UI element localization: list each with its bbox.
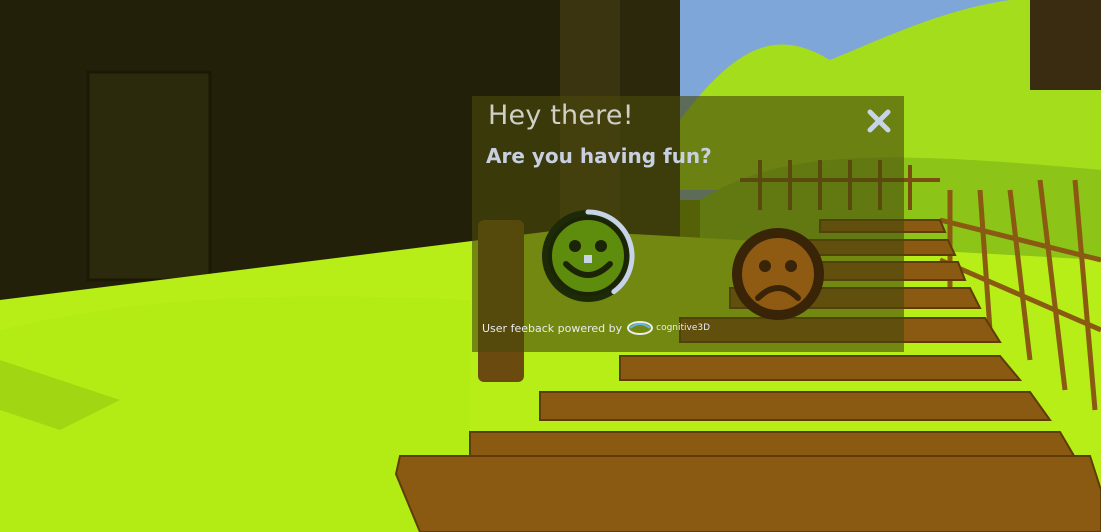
building-door [86,70,212,282]
happy-face-button[interactable] [540,208,636,304]
close-button[interactable] [860,102,898,140]
close-icon [867,109,891,133]
sad-face-icon [732,228,824,320]
panel-title: Hey there! [488,100,634,131]
happy-face-icon [542,209,635,302]
feedback-panel: Hey there! Are you having fun? User feeb… [472,96,904,352]
panel-question: Are you having fun? [486,144,712,168]
sad-face-button[interactable] [730,226,826,322]
credit-text: User feeback powered by [482,321,623,335]
powered-by-credit: User feeback powered by cognitive3D [482,320,710,336]
cognitive3d-logo-icon [627,321,654,335]
brand-name: cognitive3D [656,323,711,333]
building-right [1030,0,1101,90]
